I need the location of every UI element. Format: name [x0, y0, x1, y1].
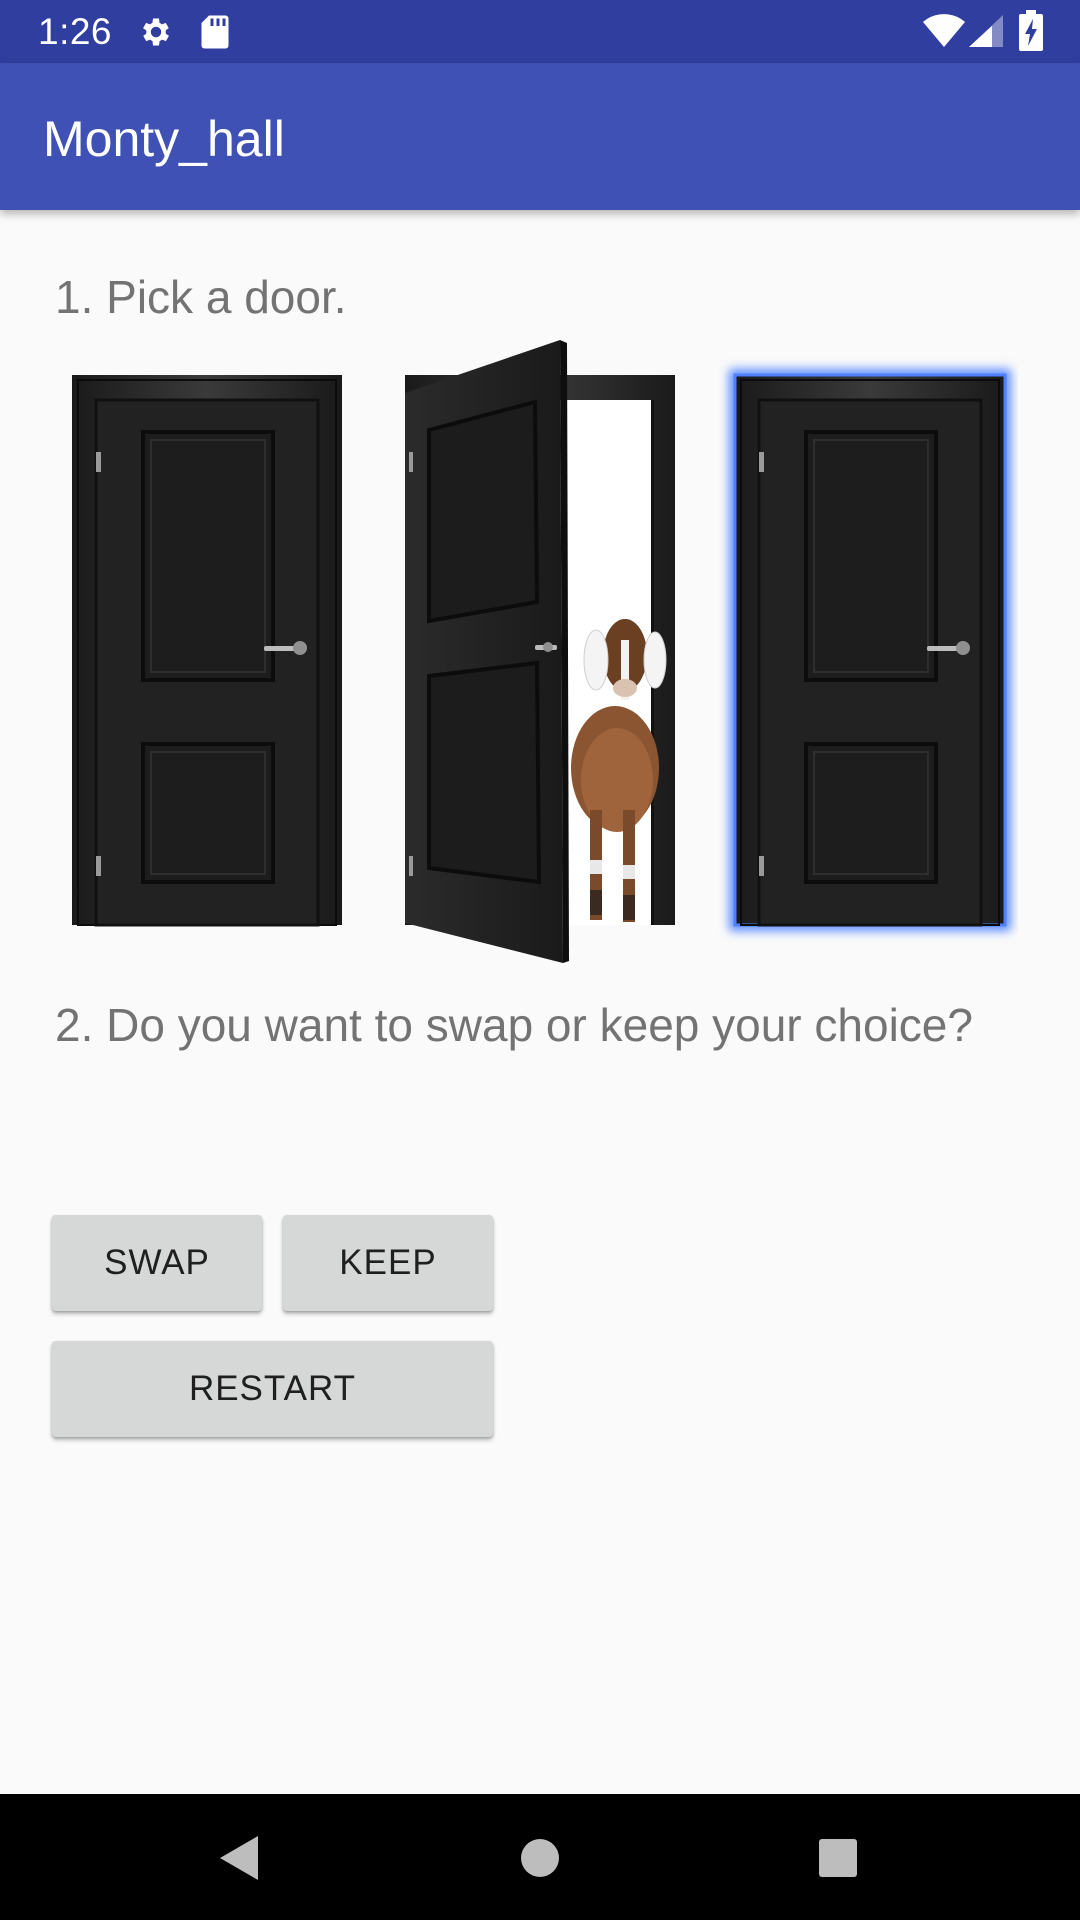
step-2-label: 2. Do you want to swap or keep your choi…: [55, 999, 973, 1051]
wifi-icon: [922, 14, 966, 53]
door-1[interactable]: [55, 340, 355, 980]
restart-button[interactable]: RESTART: [52, 1341, 493, 1437]
recents-icon[interactable]: [802, 1822, 874, 1894]
back-icon[interactable]: [204, 1822, 276, 1894]
app-bar: Monty_hall: [0, 63, 1080, 210]
signal-icon: [968, 14, 1004, 53]
app-title: Monty_hall: [43, 111, 285, 167]
home-icon[interactable]: [504, 1822, 576, 1894]
door-3-selected[interactable]: [718, 340, 1018, 980]
step-1-label: 1. Pick a door.: [55, 271, 347, 323]
swap-button[interactable]: SWAP: [52, 1215, 262, 1311]
door-2[interactable]: [385, 340, 685, 980]
sd-card-icon: [200, 14, 230, 55]
navigation-bar: [0, 1794, 1080, 1920]
battery-icon: [1018, 10, 1044, 57]
keep-button[interactable]: KEEP: [283, 1215, 493, 1311]
gear-icon: [138, 14, 174, 55]
status-time: 1:26: [38, 11, 113, 52]
status-bar: 1:26: [0, 0, 1080, 63]
